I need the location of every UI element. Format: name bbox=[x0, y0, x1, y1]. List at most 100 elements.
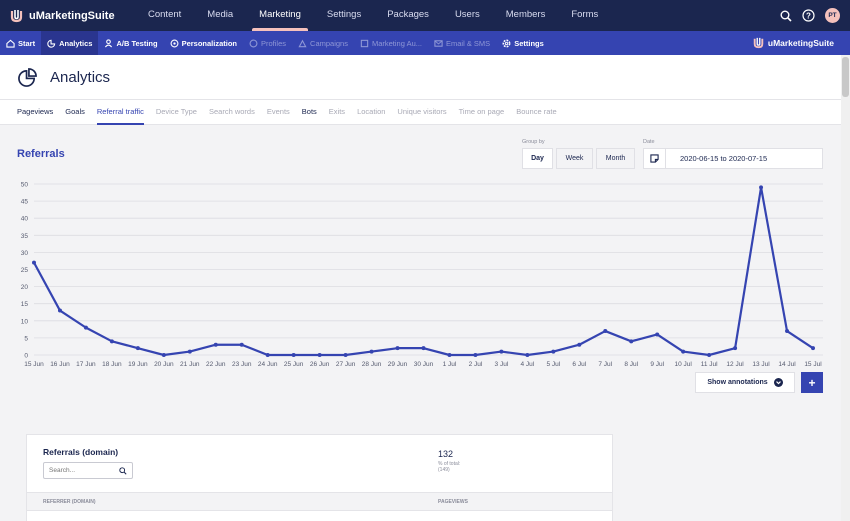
referrals-domain-card: Referrals (domain) 132 % of total: (149)… bbox=[26, 434, 613, 521]
data-point[interactable] bbox=[551, 349, 556, 354]
x-tick-label: 20 Jun bbox=[154, 361, 174, 368]
data-point[interactable] bbox=[109, 339, 114, 344]
total-percentage-value: (149) bbox=[438, 467, 450, 473]
group-by-week-button[interactable]: Week bbox=[556, 148, 593, 169]
date-label: Date bbox=[643, 139, 655, 145]
data-point[interactable] bbox=[499, 349, 504, 354]
scrollbar-track[interactable] bbox=[841, 55, 850, 521]
data-point[interactable] bbox=[603, 329, 608, 334]
data-point[interactable] bbox=[83, 325, 88, 330]
total-percentage: % of total: (149) bbox=[438, 461, 460, 473]
tab-unique-visitors: Unique visitors bbox=[397, 107, 447, 116]
date-range-picker[interactable]: 2020-06-15 to 2020-07-15 bbox=[643, 148, 823, 169]
data-point[interactable] bbox=[733, 346, 738, 351]
topnav-media[interactable]: Media bbox=[194, 0, 246, 31]
subnav-start[interactable]: Start bbox=[0, 31, 41, 55]
topnav-forms[interactable]: Forms bbox=[558, 0, 611, 31]
topnav-settings[interactable]: Settings bbox=[314, 0, 374, 31]
data-point[interactable] bbox=[473, 353, 478, 357]
data-point[interactable] bbox=[187, 349, 192, 354]
search-input[interactable] bbox=[49, 467, 119, 474]
gear-icon bbox=[502, 39, 511, 47]
email-icon bbox=[434, 39, 443, 47]
subnav-label: A/B Testing bbox=[116, 38, 158, 48]
umarketingsuite-logo-icon bbox=[10, 9, 23, 22]
x-tick-label: 18 Jun bbox=[102, 361, 122, 368]
data-point[interactable] bbox=[57, 308, 62, 313]
data-point[interactable] bbox=[239, 342, 244, 347]
search-icon[interactable] bbox=[119, 467, 127, 475]
column-pageviews[interactable]: PAGEVIEWS bbox=[438, 499, 468, 505]
x-tick-label: 10 Jul bbox=[674, 361, 692, 368]
x-tick-label: 26 Jun bbox=[310, 361, 330, 368]
data-point[interactable] bbox=[161, 353, 166, 357]
subnav-personalization[interactable]: Personalization bbox=[164, 31, 243, 55]
scrollbar-thumb[interactable] bbox=[842, 57, 849, 97]
x-tick-label: 5 Jul bbox=[546, 361, 560, 368]
main-navigation: Content Media Marketing Settings Packages Use… bbox=[135, 0, 611, 31]
show-annotations-button[interactable]: Show annotations bbox=[695, 372, 795, 393]
x-tick-label: 23 Jun bbox=[232, 361, 252, 368]
topnav-marketing[interactable]: Marketing bbox=[246, 0, 314, 31]
group-by-month-button[interactable]: Month bbox=[596, 148, 635, 169]
pie-chart-icon bbox=[18, 67, 37, 87]
data-point[interactable] bbox=[32, 260, 36, 265]
data-point[interactable] bbox=[629, 339, 634, 344]
data-point[interactable] bbox=[265, 353, 270, 357]
tab-goals[interactable]: Goals bbox=[59, 100, 91, 125]
tab-bots[interactable]: Bots bbox=[296, 100, 323, 125]
tab-pageviews[interactable]: Pageviews bbox=[11, 100, 59, 125]
topnav-packages[interactable]: Packages bbox=[374, 0, 442, 31]
data-point[interactable] bbox=[291, 353, 296, 357]
data-point[interactable] bbox=[421, 346, 426, 351]
subnav-label: Analytics bbox=[59, 38, 93, 48]
x-tick-label: 27 Jun bbox=[336, 361, 356, 368]
column-referrer-domain[interactable]: REFERRER (DOMAIN) bbox=[43, 499, 96, 505]
data-point[interactable] bbox=[343, 353, 348, 357]
data-point[interactable] bbox=[317, 353, 322, 357]
data-point[interactable] bbox=[811, 346, 815, 351]
x-tick-label: 13 Jul bbox=[752, 361, 770, 368]
data-point[interactable] bbox=[577, 342, 582, 347]
data-point[interactable] bbox=[213, 342, 218, 347]
data-point[interactable] bbox=[369, 349, 374, 354]
topnav-users[interactable]: Users bbox=[442, 0, 493, 31]
brand[interactable]: uMarketingSuite bbox=[0, 9, 135, 23]
data-point[interactable] bbox=[395, 346, 400, 351]
data-point[interactable] bbox=[785, 329, 790, 334]
x-tick-label: 30 Jun bbox=[414, 361, 434, 368]
help-icon[interactable]: ? bbox=[802, 9, 815, 22]
search-box bbox=[43, 462, 133, 479]
user-avatar[interactable]: PT bbox=[825, 8, 840, 23]
data-point[interactable] bbox=[447, 353, 452, 357]
x-tick-label: 14 Jul bbox=[778, 361, 796, 368]
topnav-members[interactable]: Members bbox=[493, 0, 559, 31]
subnav-label: Campaigns bbox=[310, 38, 348, 48]
date-range-value: 2020-06-15 to 2020-07-15 bbox=[680, 154, 768, 163]
y-tick-label: 10 bbox=[21, 318, 29, 325]
x-tick-label: 17 Jun bbox=[76, 361, 96, 368]
x-tick-label: 25 Jun bbox=[284, 361, 304, 368]
x-tick-label: 19 Jun bbox=[128, 361, 148, 368]
x-tick-label: 1 Jul bbox=[443, 361, 457, 368]
page-title: Analytics bbox=[50, 68, 111, 86]
topnav-content[interactable]: Content bbox=[135, 0, 194, 31]
tab-referral-traffic[interactable]: Referral traffic bbox=[91, 100, 150, 125]
subnav-settings[interactable]: Settings bbox=[496, 31, 550, 55]
subnav-analytics[interactable]: Analytics bbox=[41, 31, 99, 55]
y-tick-label: 25 bbox=[21, 267, 29, 274]
data-point[interactable] bbox=[681, 349, 686, 354]
data-point[interactable] bbox=[707, 353, 712, 357]
x-tick-label: 24 Jun bbox=[258, 361, 278, 368]
brand-name: uMarketingSuite bbox=[29, 9, 115, 22]
data-point[interactable] bbox=[655, 332, 660, 337]
add-annotation-button[interactable]: + bbox=[801, 372, 823, 393]
subnav-a-b-testing[interactable]: A/B Testing bbox=[98, 31, 163, 55]
group-by-day-button[interactable]: Day bbox=[522, 148, 553, 169]
data-point[interactable] bbox=[135, 346, 140, 351]
data-point[interactable] bbox=[525, 353, 530, 357]
subnav-label: Personalization bbox=[181, 38, 238, 48]
data-point[interactable] bbox=[759, 185, 764, 190]
search-icon[interactable] bbox=[780, 10, 792, 22]
y-tick-label: 45 bbox=[21, 199, 29, 206]
